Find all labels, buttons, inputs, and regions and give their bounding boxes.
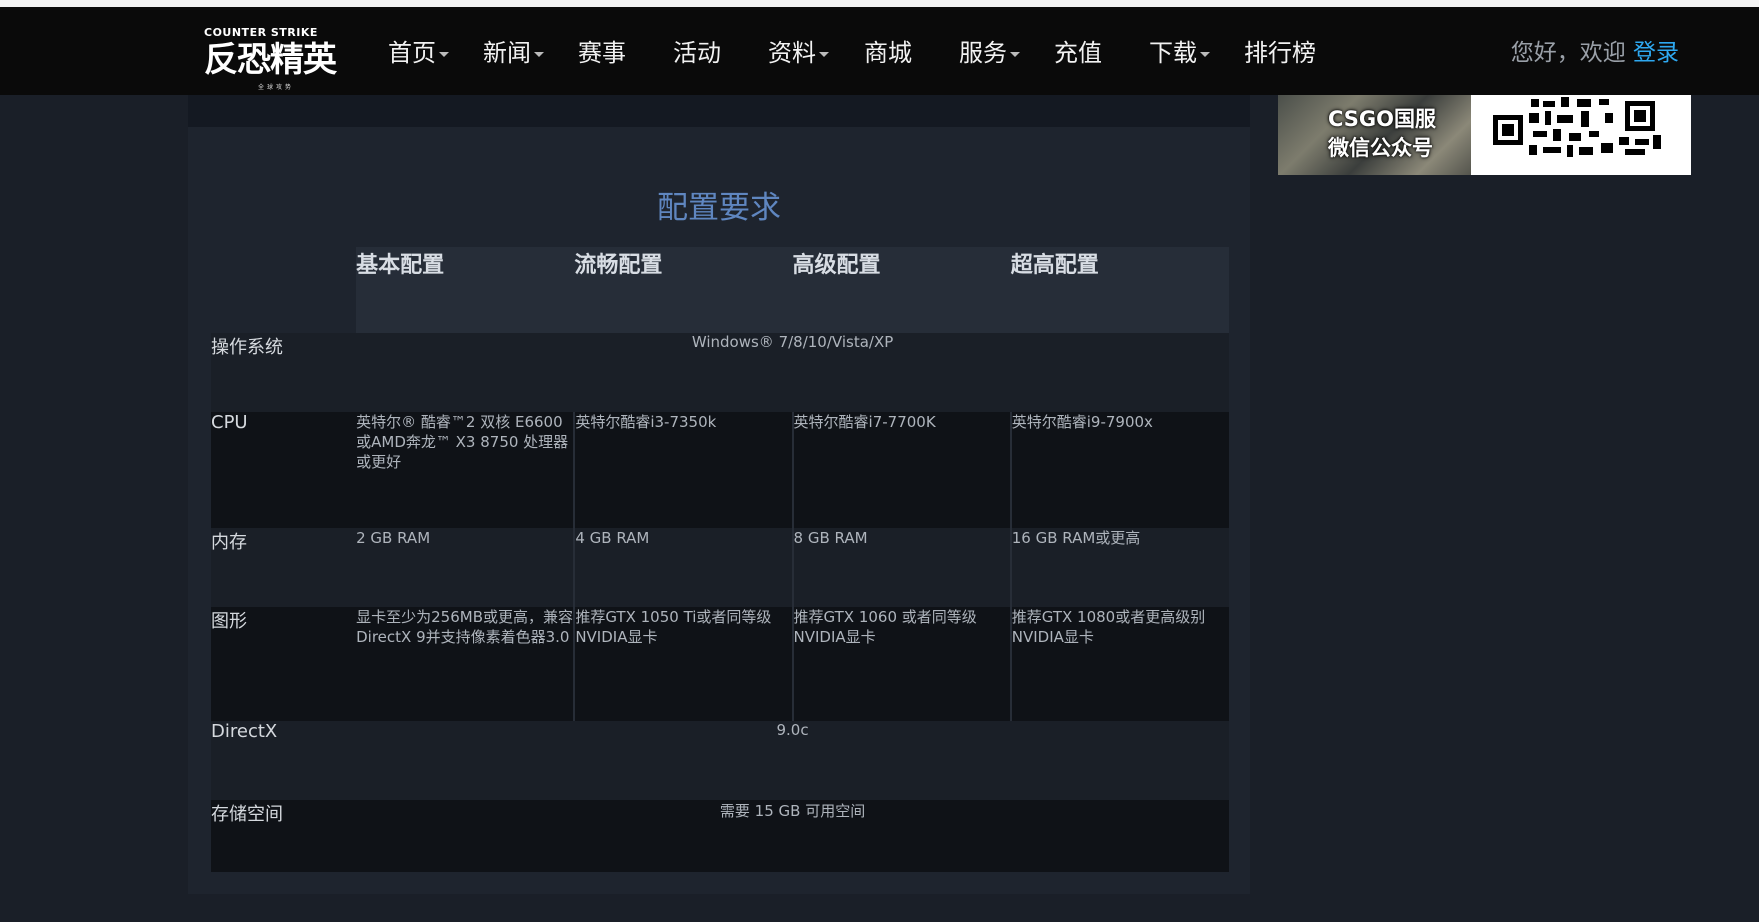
nav-item-label: 服务 [959,39,1007,67]
column-header-basic: 基本配置 [356,247,575,333]
section-title: 配置要求 [657,190,781,226]
table-row-os: 操作系统 Windows® 7/8/10/Vista/XP [211,333,1229,412]
requirements-table: 基本配置 流畅配置 高级配置 超高配置 操作系统 Windows® 7/8/10… [211,247,1229,872]
nav-item-home[interactable]: 首页 [388,33,449,73]
table-row-directx: DirectX 9.0c [211,721,1229,800]
header-blank-cell [211,247,357,333]
os-value: Windows® 7/8/10/Vista/XP [691,333,894,351]
banner-label-line1: CSGO国服 [1328,107,1437,131]
table-row-gpu: 图形 显卡至少为256MB或更高，兼容DirectX 9并支持像素着色器3.0 … [211,607,1229,721]
column-header-smooth: 流畅配置 [574,247,793,333]
column-header-advanced: 高级配置 [792,247,1011,333]
storage-value: 需要 15 GB 可用空间 [719,802,866,820]
chevron-down-icon [1200,51,1210,57]
greeting-text: 您好，欢迎 [1510,40,1626,66]
user-greeting: 您好，欢迎 登录 [1511,33,1679,73]
ram-ultra: 16 GB RAM或更高 [1009,528,1229,607]
table-row-cpu: CPU 英特尔® 酷睿™2 双核 E6600或AMD奔龙™ X3 8750 处理… [211,412,1229,528]
nav-item-label: 活动 [673,39,721,67]
gpu-smooth: 推荐GTX 1050 Ti或者同等级NVIDIA显卡 [573,607,793,721]
cpu-advanced: 英特尔酷睿i7-7700K [791,412,1011,528]
nav-item-label: 新闻 [483,39,531,67]
cpu-basic: 英特尔® 酷睿™2 双核 E6600或AMD奔龙™ X3 8750 处理器或更好 [356,413,569,471]
nav-item-events[interactable]: 赛事 [578,33,626,73]
cpu-smooth: 英特尔酷睿i3-7350k [573,412,793,528]
chevron-down-icon [819,51,829,57]
top-strip [0,0,1759,7]
login-link[interactable]: 登录 [1633,40,1679,66]
directx-value: 9.0c [776,721,809,739]
chevron-down-icon [1010,51,1020,57]
gpu-ultra: 推荐GTX 1080或者更高级别NVIDIA显卡 [1009,607,1229,721]
row-label: DirectX [211,721,278,742]
nav-item-label: 排行榜 [1244,39,1316,67]
nav-item-store[interactable]: 商城 [864,33,912,73]
site-logo[interactable]: COUNTER STRIKE 反恐精英 全球攻势 [204,22,337,91]
cpu-ultra: 英特尔酷睿i9-7900x [1009,412,1229,528]
logo-subtitle: 全球攻势 [258,84,295,91]
system-requirements-panel: 配置要求 基本配置 流畅配置 高级配置 超高配置 操作系统 Windows® 7… [188,127,1250,894]
ram-smooth: 4 GB RAM [573,528,793,607]
panel-top-strip [188,95,1250,127]
nav-item-label: 充值 [1054,39,1102,67]
logo-english-text: COUNTER STRIKE [204,26,318,39]
nav-item-label: 首页 [388,39,436,67]
top-navbar: COUNTER STRIKE 反恐精英 全球攻势 首页 新闻 赛事 活动 资料 … [0,7,1759,95]
banner-label-line2: 微信公众号 [1328,136,1433,160]
ram-basic: 2 GB RAM [356,529,431,547]
table-row-storage: 存储空间 需要 15 GB 可用空间 [211,800,1229,872]
nav-item-services[interactable]: 服务 [959,33,1020,73]
row-label: 图形 [211,611,247,632]
nav-item-download[interactable]: 下载 [1149,33,1210,73]
nav-item-resources[interactable]: 资料 [768,33,829,73]
nav-item-activities[interactable]: 活动 [673,33,721,73]
chevron-down-icon [439,51,449,57]
logo-chinese-text: 反恐精英 [204,40,337,80]
nav-item-leaderboard[interactable]: 排行榜 [1244,33,1316,73]
nav-item-label: 下载 [1149,39,1197,67]
table-row-ram: 内存 2 GB RAM 4 GB RAM 8 GB RAM 16 GB RAM或… [211,528,1229,607]
nav-item-label: 赛事 [578,39,626,67]
nav-item-news[interactable]: 新闻 [483,33,544,73]
gpu-basic: 显卡至少为256MB或更高，兼容DirectX 9并支持像素着色器3.0 [356,608,573,646]
ram-advanced: 8 GB RAM [791,528,1011,607]
nav-item-recharge[interactable]: 充值 [1054,33,1102,73]
column-header-ultra: 超高配置 [1010,247,1229,333]
nav-item-label: 资料 [768,39,816,67]
row-label: CPU [211,412,248,433]
wechat-official-account-banner[interactable]: CSGO国服 微信公众号 [1278,95,1691,175]
row-label: 操作系统 [211,337,283,358]
row-label: 存储空间 [211,804,283,825]
gpu-advanced: 推荐GTX 1060 或者同等级NVIDIA显卡 [791,607,1011,721]
chevron-down-icon [534,51,544,57]
banner-label: CSGO国服 微信公众号 [1328,105,1436,163]
row-label: 内存 [211,532,247,553]
table-header-row: 基本配置 流畅配置 高级配置 超高配置 [211,247,1229,333]
qr-code-icon [1485,95,1675,161]
nav-item-label: 商城 [864,39,912,67]
